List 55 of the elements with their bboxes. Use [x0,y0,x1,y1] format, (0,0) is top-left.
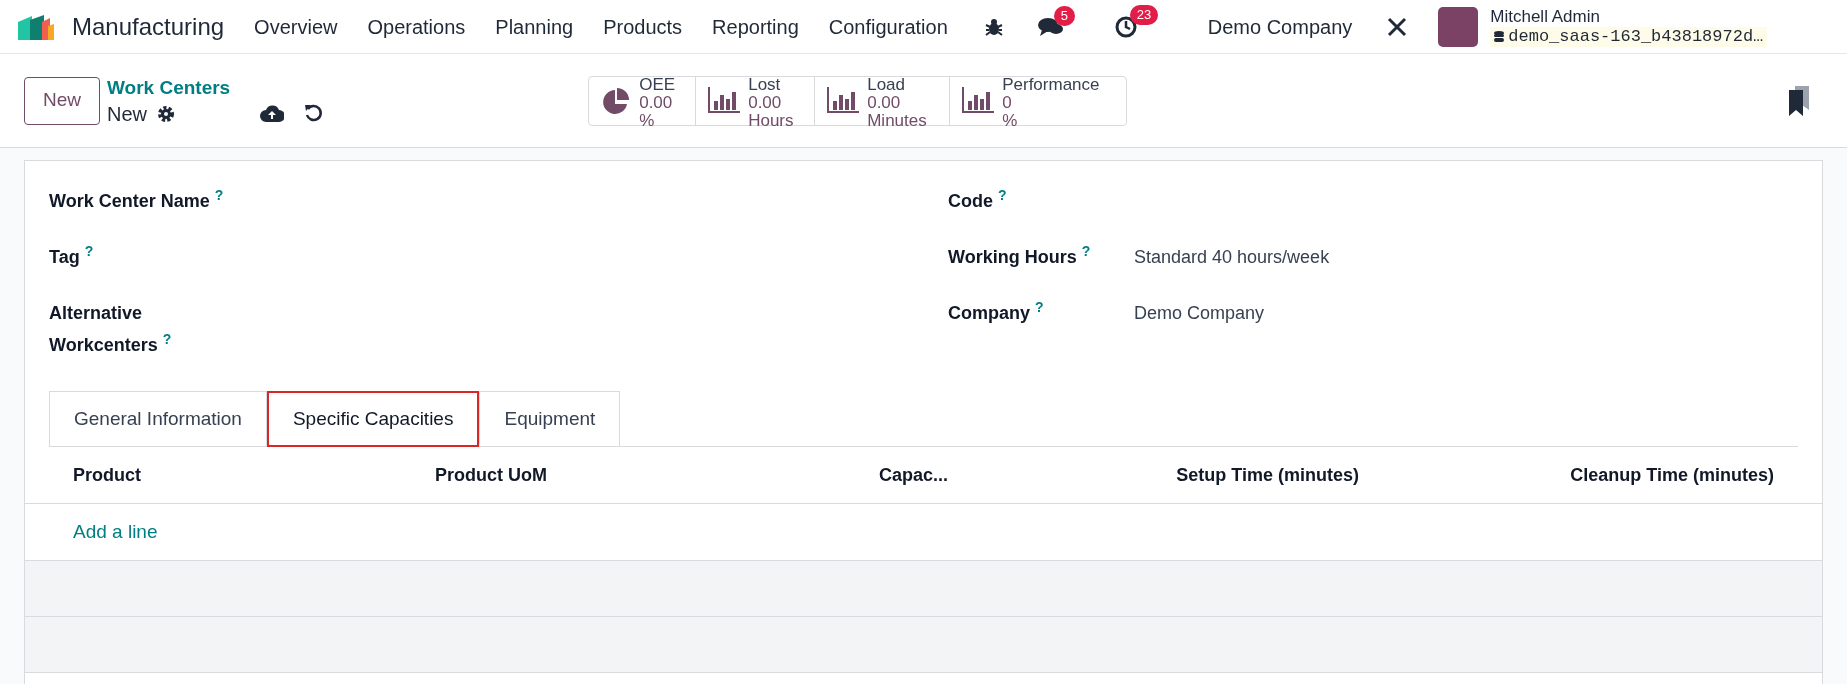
user-name[interactable]: Mitchell Admin [1490,6,1768,27]
stat-button[interactable]: Lost 0.00 Hours [695,76,815,125]
database-name: demo_saas-163_b43818972d… [1490,26,1768,47]
stat-value: 0.00 [867,93,902,112]
settings-icon[interactable] [157,104,175,123]
activity-count-badge: 23 [1129,4,1159,25]
bookmarks-icon[interactable] [1787,85,1811,116]
menu-item[interactable]: Operations [367,11,466,42]
user-avatar[interactable] [1438,6,1479,47]
field-label: Code $^{?}$ [948,186,1008,213]
column-header[interactable]: Capac... [879,461,949,489]
field-label: Work Center Name $^{?}$ [49,186,225,213]
undo-icon[interactable] [304,102,325,123]
menu-item[interactable]: Products [603,11,683,42]
menu-item[interactable]: Overview [254,11,338,42]
pie-chart-icon [601,86,632,117]
stat-value: 0.00 [748,93,783,112]
field-label: Working Hours $^{?}$ [948,242,1092,269]
stat-value: 0 [1002,93,1013,112]
message-count-badge: 5 [1053,5,1075,26]
column-header[interactable]: Product [73,461,141,489]
cloud-upload-icon[interactable] [260,103,285,122]
stat-button[interactable]: Performance 0 % [949,76,1127,125]
stat-label: Load [867,75,906,94]
stat-label: Performance [1002,75,1100,94]
bug-icon[interactable] [983,16,1004,37]
bar-chart-icon [827,86,860,113]
new-button[interactable]: New [24,76,100,125]
bar-chart-icon [708,86,741,113]
add-line-link[interactable]: Add a line [73,517,158,547]
column-header[interactable]: Product UoM [435,461,547,489]
field-value: Standard 40 hours/week [1134,246,1330,269]
database-icon [1494,30,1505,43]
breadcrumb-link[interactable]: Work Centers [107,74,231,101]
stat-label: OEE [639,75,676,94]
app-name[interactable]: Manufacturing [72,8,225,45]
field-label: Company $^{?}$ [948,298,1045,325]
record-name: New [107,101,147,127]
form-tab[interactable]: Equipment [479,391,621,447]
field-value: Demo Company [1134,302,1265,325]
stat-label: Lost [748,75,782,94]
stat-button[interactable]: Load 0.00 Minutes [814,76,950,125]
stat-value: 0.00 [639,93,674,112]
menu-item[interactable]: Planning [495,11,574,42]
menu-item[interactable]: Reporting [712,11,799,42]
form-tab[interactable]: General Information [49,391,267,447]
bar-chart-icon [962,86,995,113]
field-label: Tag $^{?}$ [49,242,95,269]
column-header[interactable]: Cleanup Time (minutes) [1570,461,1774,489]
company-switcher[interactable]: Demo Company [1207,11,1353,42]
menu-item[interactable]: Configuration [828,11,948,42]
field-label: Alternative Workcenters $^{?}$ [49,302,173,357]
clock-icon[interactable] [1113,14,1138,39]
form-tab[interactable]: Specific Capacities [266,391,480,447]
column-header[interactable]: Setup Time (minutes) [1176,461,1359,489]
